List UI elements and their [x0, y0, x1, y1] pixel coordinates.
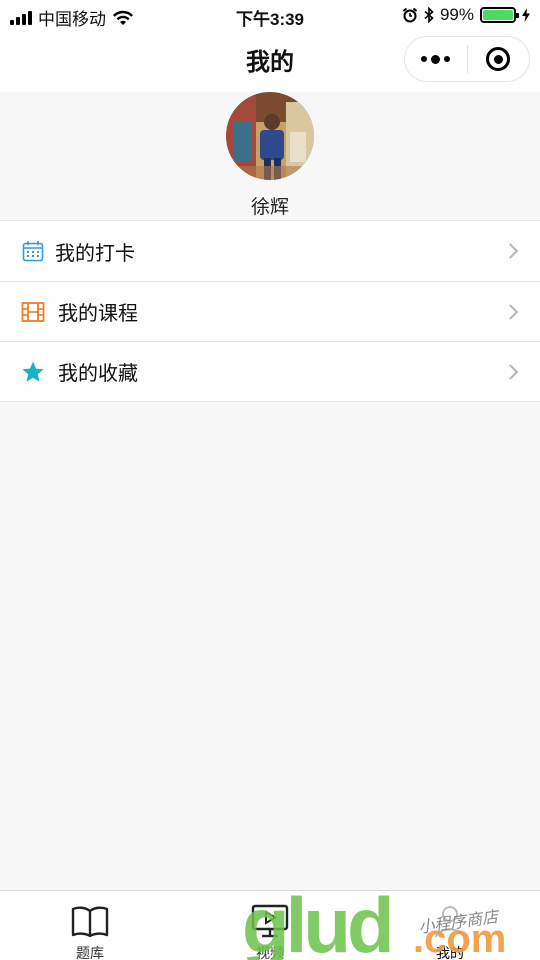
tab-bar: 题库 视频 我的 [0, 890, 540, 960]
menu-item-label: 我的收藏 [58, 363, 138, 385]
user-icon [435, 906, 465, 938]
profile-header: 徐辉 [0, 92, 540, 220]
alarm-icon [402, 7, 418, 23]
calendar-icon [20, 238, 46, 264]
menu-item-favorites[interactable]: 我的收藏 [0, 341, 540, 401]
tab-question-bank[interactable]: 题库 [0, 891, 180, 960]
menu-item-checkin[interactable]: 我的打卡 [0, 221, 540, 281]
status-right: 99% [402, 5, 530, 25]
chevron-right-icon [502, 363, 519, 380]
target-icon [486, 47, 511, 71]
nav-bar: 我的 [0, 30, 540, 92]
status-bar: 中国移动 下午3:39 99% [0, 0, 540, 30]
battery-percent: 99% [439, 5, 474, 24]
menu-item-label: 我的打卡 [55, 242, 135, 265]
star-icon [20, 359, 46, 385]
bluetooth-icon [424, 7, 434, 23]
film-icon [20, 299, 46, 325]
menu-item-courses[interactable]: 我的课程 [0, 281, 540, 341]
avatar[interactable] [226, 92, 314, 180]
chevron-right-icon [502, 243, 519, 259]
charging-icon [522, 8, 530, 22]
username: 徐辉 [250, 197, 289, 218]
more-icon [421, 54, 451, 64]
tab-label: 题库 [76, 945, 104, 960]
mini-program-capsule [404, 36, 530, 82]
tab-mine[interactable]: 我的 [360, 891, 540, 960]
menu-list: 我的打卡 我的课程 我的收藏 [0, 220, 540, 402]
close-mini-program-button[interactable] [467, 36, 529, 82]
chevron-right-icon [502, 303, 519, 320]
more-button[interactable] [405, 36, 467, 82]
tab-videos[interactable]: 视频 [180, 891, 360, 960]
battery-icon [480, 7, 519, 23]
monitor-icon [251, 904, 289, 938]
tab-label: 我的 [436, 945, 464, 960]
menu-item-label: 我的课程 [58, 303, 138, 325]
book-icon [71, 906, 109, 938]
tab-label: 视频 [256, 945, 284, 960]
